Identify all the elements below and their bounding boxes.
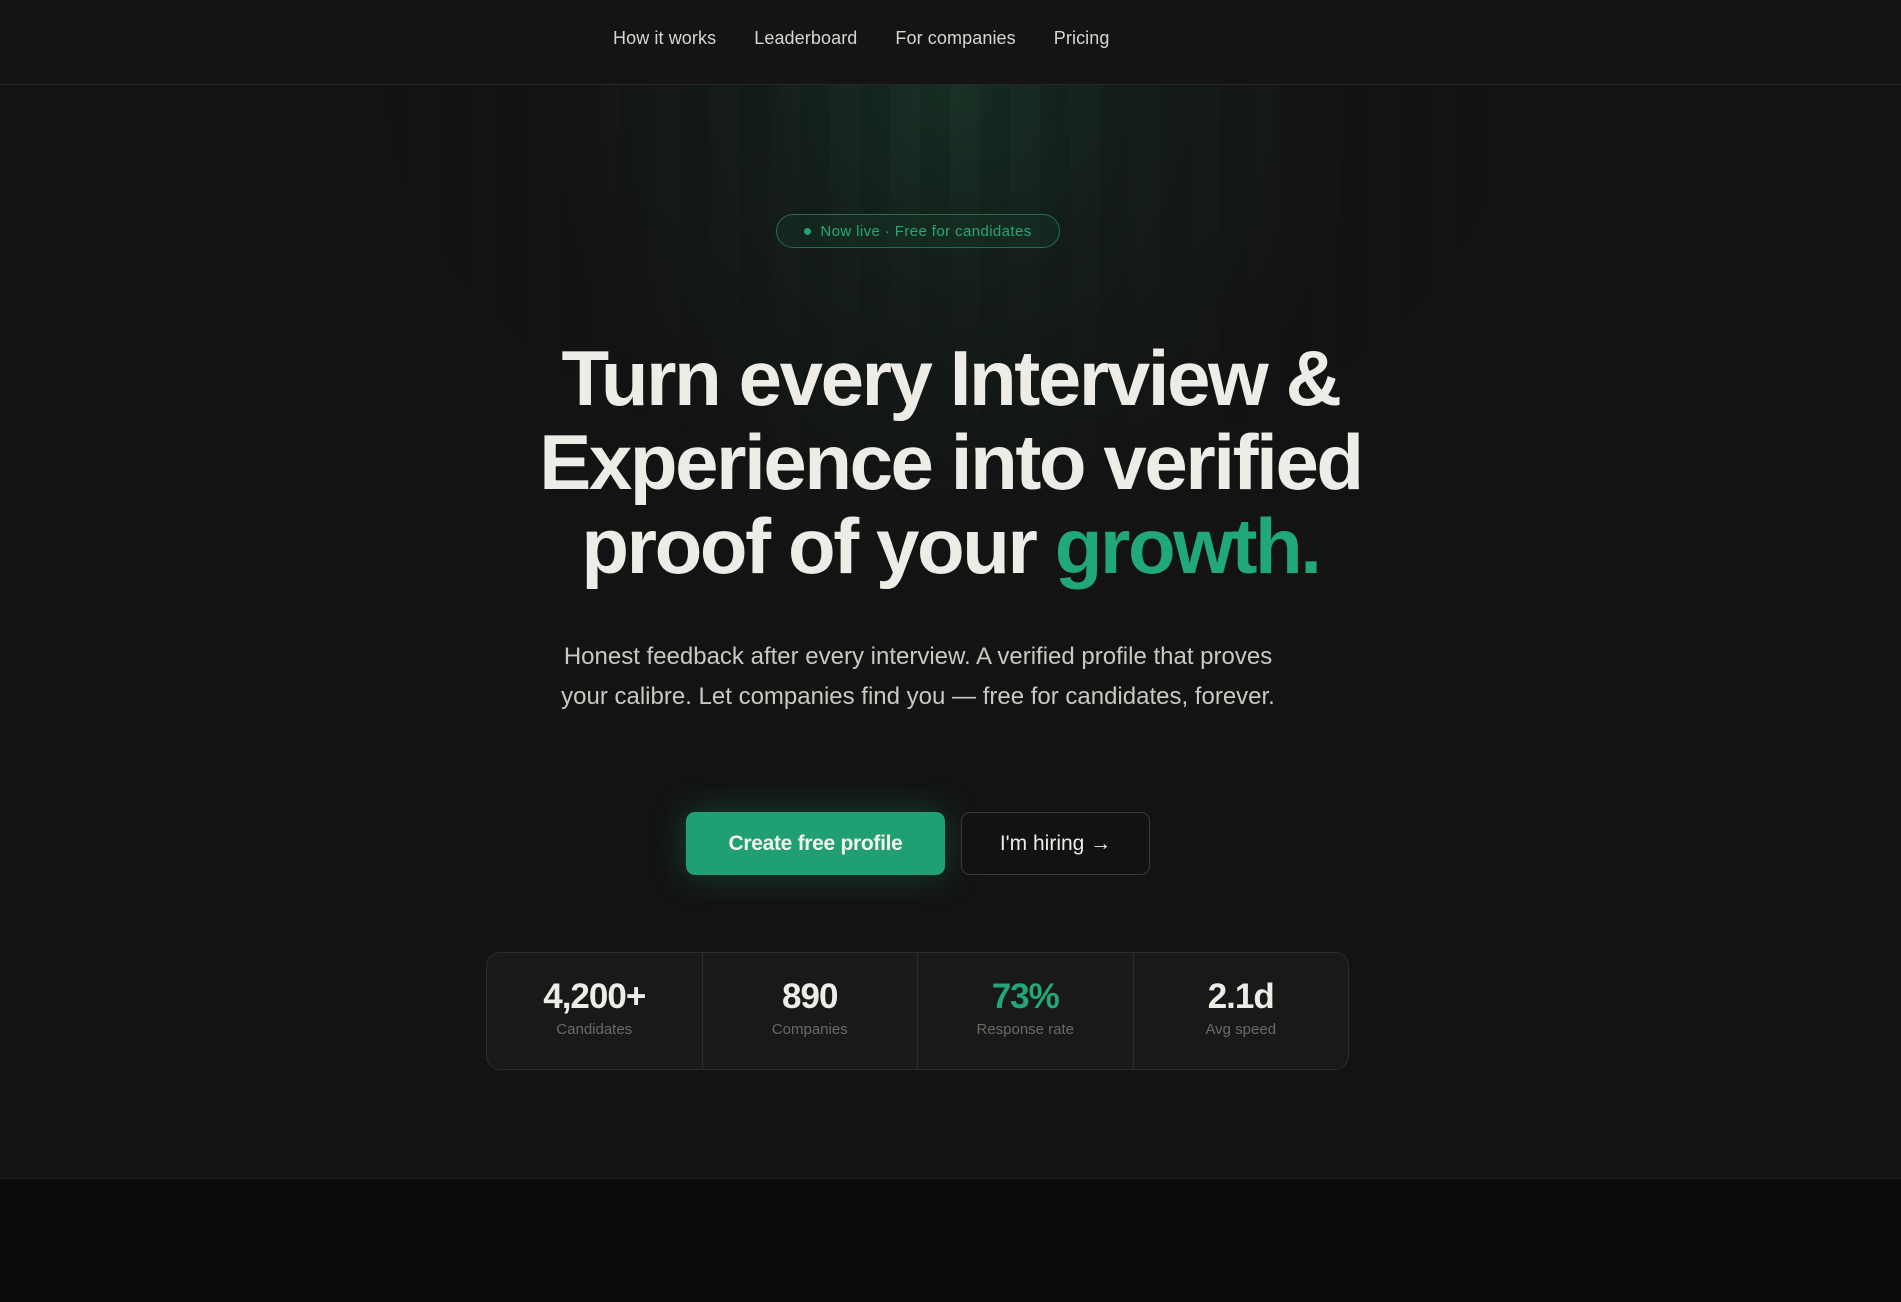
nav-link-pricing[interactable]: Pricing bbox=[1054, 28, 1110, 49]
create-free-profile-button[interactable]: Create free profile bbox=[686, 812, 945, 875]
live-badge-text: Now live · Free for candidates bbox=[820, 222, 1032, 240]
hero-headline: Turn every Interview & Experience into v… bbox=[0, 336, 1901, 588]
stat-label: Companies bbox=[771, 1021, 848, 1038]
stats-panel: 4,200+ Candidates 890 Companies 73% Resp… bbox=[486, 952, 1349, 1070]
stat-label: Candidates bbox=[556, 1021, 633, 1038]
hero-subtext: Honest feedback after every interview. A… bbox=[561, 643, 1275, 710]
stat-candidates: 4,200+ Candidates bbox=[487, 953, 703, 1069]
nav-link-leaderboard[interactable]: Leaderboard bbox=[754, 28, 857, 49]
stat-value: 73% bbox=[991, 977, 1060, 1016]
headline-accent-word: growth. bbox=[1054, 502, 1322, 590]
stat-avg-speed: 2.1d Avg speed bbox=[1134, 953, 1349, 1069]
stat-label: Avg speed bbox=[1205, 1021, 1277, 1038]
nav-link-how-it-works[interactable]: How it works bbox=[613, 28, 716, 49]
headline-line-2: Experience into verified bbox=[539, 418, 1364, 506]
next-section-band bbox=[0, 1178, 1901, 1302]
hero-section: Now live · Free for candidates Turn ever… bbox=[0, 85, 1901, 1178]
stat-companies: 890 Companies bbox=[703, 953, 918, 1069]
stat-value: 4,200+ bbox=[543, 977, 646, 1016]
top-navigation: How it works Leaderboard For companies P… bbox=[0, 0, 1901, 85]
live-dot-icon bbox=[804, 227, 812, 235]
stat-value: 2.1d bbox=[1207, 977, 1275, 1016]
stat-label: Response rate bbox=[976, 1021, 1075, 1038]
live-badge: Now live · Free for candidates bbox=[776, 214, 1060, 248]
headline-line-1: Turn every Interview & bbox=[561, 334, 1341, 422]
stat-response-rate: 73% Response rate bbox=[918, 953, 1134, 1069]
stat-value: 890 bbox=[782, 977, 838, 1016]
im-hiring-button[interactable]: I'm hiring → bbox=[961, 812, 1150, 875]
nav-link-for-companies[interactable]: For companies bbox=[895, 28, 1015, 49]
headline-line-3: proof of your bbox=[581, 502, 1055, 590]
nav-links: How it works Leaderboard For companies P… bbox=[613, 28, 1148, 49]
